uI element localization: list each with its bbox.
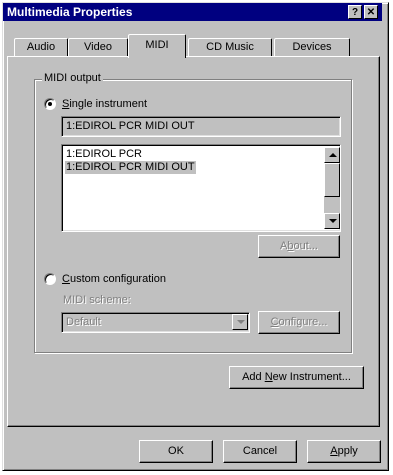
current-instrument-value: 1:EDIROL PCR MIDI OUT [66, 120, 195, 132]
current-instrument-field: 1:EDIROL PCR MIDI OUT [61, 116, 341, 137]
midi-scheme-label: MIDI scheme: [63, 294, 131, 306]
midi-output-label: MIDI output [42, 72, 103, 84]
close-button[interactable]: ✕ [364, 5, 378, 19]
tab-strip: Audio Video MIDI CD Music Devices [7, 34, 382, 58]
tab-label: Audio [26, 41, 56, 53]
dropdown-button[interactable] [232, 314, 248, 330]
ok-button[interactable]: OK [139, 440, 213, 463]
instrument-list[interactable]: 1:EDIROL PCR 1:EDIROL PCR MIDI OUT [61, 144, 341, 232]
button-label: OK [168, 445, 184, 457]
window-title: Multimedia Properties [7, 5, 133, 19]
single-instrument-label[interactable]: Single instrument [62, 98, 147, 110]
arrow-up-icon [329, 153, 337, 157]
single-instrument-radio[interactable] [44, 98, 56, 110]
add-new-instrument-button[interactable]: Add New Instrument... [229, 366, 364, 389]
label-post: ew Instrument... [272, 371, 351, 383]
button-label: Cancel [242, 445, 278, 457]
mnemonic: N [264, 371, 273, 383]
tab-video[interactable]: Video [68, 38, 128, 56]
tab-label: CD Music [206, 41, 254, 53]
custom-configuration-label[interactable]: Custom configuration [62, 273, 166, 285]
tab-audio[interactable]: Audio [14, 38, 68, 56]
mnemonic: C [62, 273, 70, 285]
list-item[interactable]: 1:EDIROL PCR [65, 148, 143, 161]
midi-scheme-select[interactable]: Default [61, 312, 250, 333]
custom-configuration-radio[interactable] [44, 273, 56, 285]
scroll-thumb[interactable] [324, 163, 340, 197]
mnemonic: C [270, 316, 279, 328]
title-bar[interactable]: Multimedia Properties ? ✕ [3, 3, 382, 21]
help-button[interactable]: ? [348, 5, 362, 19]
close-icon: ✕ [366, 7, 376, 18]
radio-selected-dot [48, 102, 52, 106]
about-button[interactable]: About... [258, 235, 340, 258]
configure-button[interactable]: Configure... [258, 311, 340, 334]
scroll-up-button[interactable] [324, 147, 340, 163]
tab-devices[interactable]: Devices [274, 38, 350, 56]
label-rest: ustom configuration [69, 273, 166, 285]
tab-label: Devices [292, 41, 332, 53]
list-item-label: 1:EDIROL PCR [66, 148, 143, 160]
mnemonic: A [330, 445, 338, 457]
tab-cd-music[interactable]: CD Music [188, 38, 272, 56]
label-pre: Add [242, 371, 265, 383]
apply-button[interactable]: Apply [307, 440, 381, 463]
label-rest: pply [337, 445, 358, 457]
list-item-selected[interactable]: 1:EDIROL PCR MIDI OUT [65, 161, 196, 174]
label-rest: onfigure... [278, 316, 328, 328]
cancel-button[interactable]: Cancel [223, 440, 297, 463]
list-scrollbar[interactable] [324, 147, 340, 229]
tab-label: Video [84, 41, 112, 53]
chevron-down-icon [237, 320, 245, 324]
midi-scheme-value: Default [66, 316, 101, 328]
label-rest: ingle instrument [69, 98, 147, 110]
help-icon: ? [351, 7, 359, 18]
label-post: out... [293, 240, 318, 252]
scroll-down-button[interactable] [324, 213, 340, 229]
tab-midi[interactable]: MIDI [128, 34, 186, 58]
tab-label: MIDI [145, 39, 169, 51]
list-item-label: 1:EDIROL PCR MIDI OUT [66, 161, 195, 173]
arrow-down-icon [329, 219, 337, 223]
